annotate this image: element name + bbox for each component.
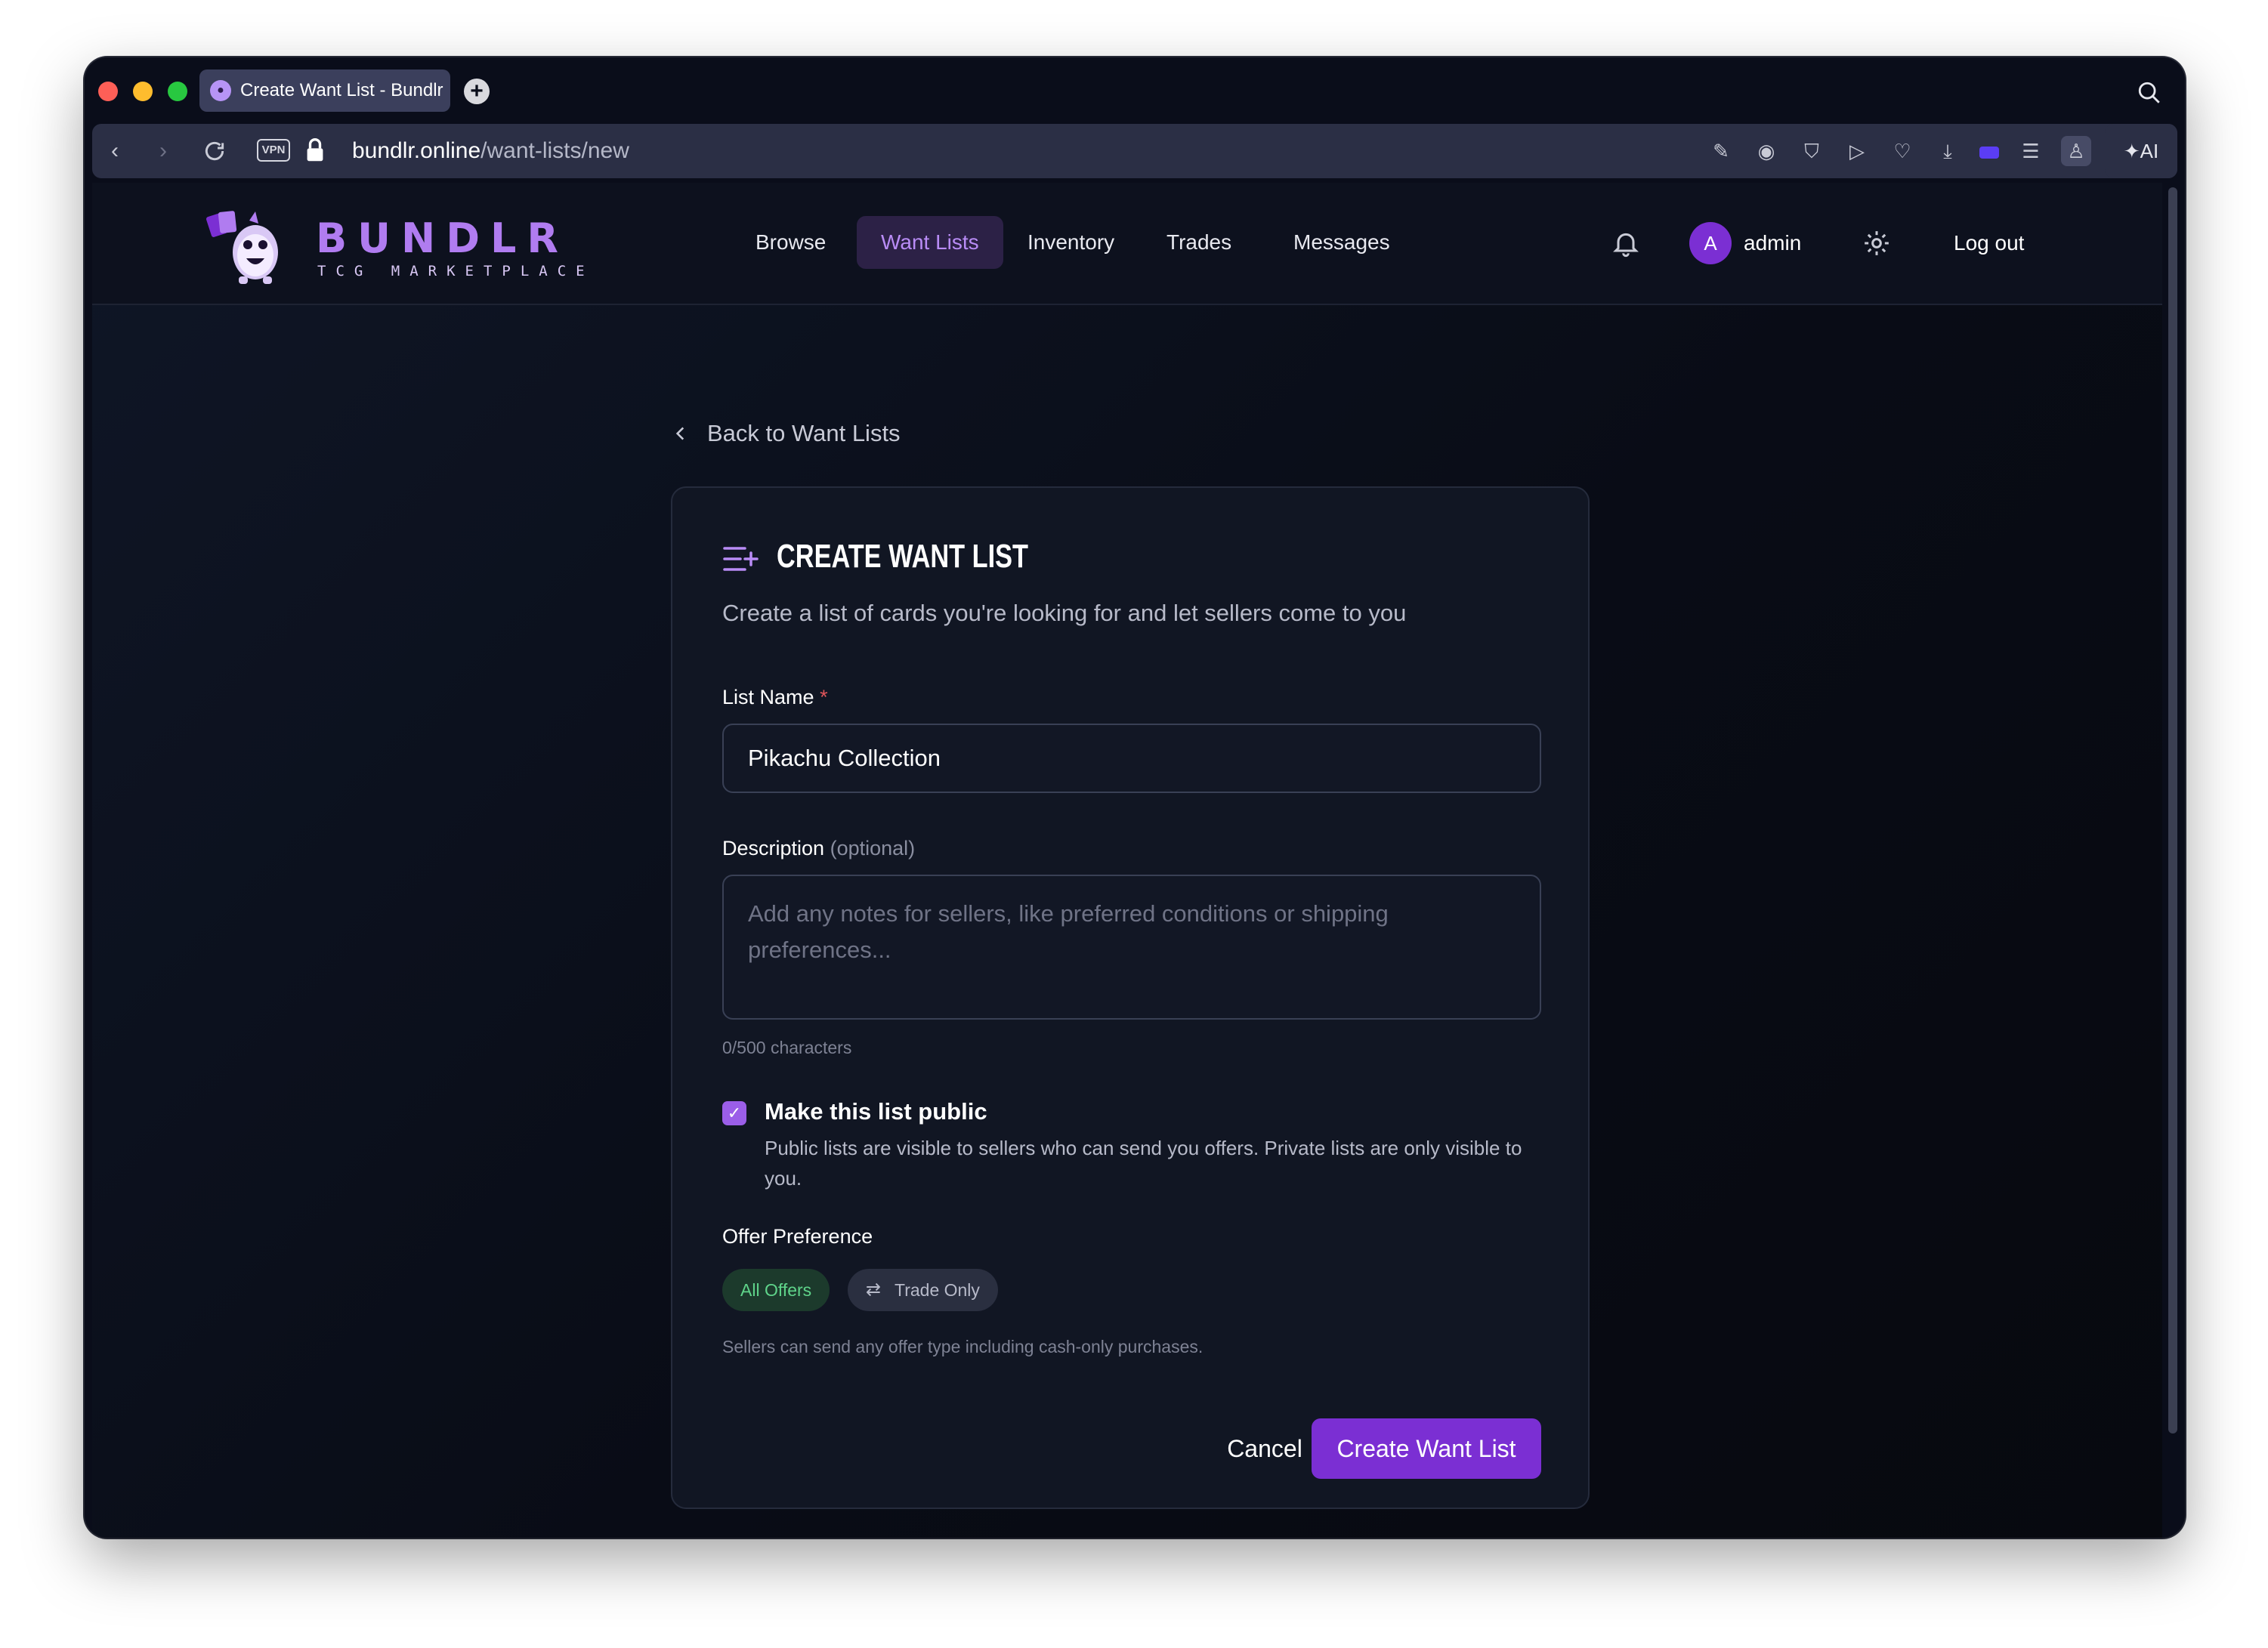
site-header: BUNDLR TCG MARKETPLACE Browse Want Lists… (92, 183, 2162, 305)
nav-trades[interactable]: Trades (1142, 216, 1256, 269)
download-icon[interactable]: ⤓ (1933, 136, 1963, 166)
create-want-list-card: CREATE WANT LIST Create a list of cards … (671, 486, 1590, 1509)
swap-icon: ⇄ (866, 1279, 882, 1300)
list-name-label: List Name * (722, 686, 828, 709)
description-label: Description (optional) (722, 837, 915, 860)
list-name-input[interactable] (722, 724, 1541, 793)
url-text[interactable]: bundlr.online/want-lists/new (352, 137, 629, 165)
page-title: CREATE WANT LIST (777, 538, 1029, 575)
username[interactable]: admin (1744, 227, 1801, 260)
public-checkbox-label[interactable]: Make this list public (765, 1098, 987, 1125)
close-window-button[interactable] (98, 82, 118, 101)
forward-arrow-icon[interactable]: › (151, 139, 175, 163)
browser-toolbar: ✎ ◉ ⛉ ▷ ♡ ⤓ ☰ ♙ (1706, 134, 2091, 168)
public-checkbox-description: Public lists are visible to sellers who … (765, 1137, 1522, 1190)
title-bar: ● Create Want List - Bundlr + (85, 57, 2185, 124)
description-label-text: Description (722, 837, 825, 859)
char-count: 0/500 characters (722, 1038, 852, 1057)
list-name-label-text: List Name (722, 686, 814, 708)
minimize-window-button[interactable] (133, 82, 153, 101)
logout-button[interactable]: Log out (1954, 227, 2024, 260)
list-add-icon (723, 547, 759, 571)
chevron-left-icon[interactable] (671, 423, 691, 444)
nav-inventory[interactable]: Inventory (1003, 216, 1139, 269)
play-icon[interactable]: ▷ (1842, 136, 1872, 166)
battery-icon[interactable] (1978, 136, 2001, 166)
edit-icon[interactable]: ✎ (1706, 136, 1736, 166)
back-arrow-icon[interactable]: ‹ (103, 139, 127, 163)
offer-option-all-offers[interactable]: All Offers (722, 1269, 830, 1311)
menu-icon[interactable]: ☰ (2016, 136, 2046, 166)
logo-wordmark[interactable]: BUNDLR (316, 214, 569, 262)
required-marker: * (820, 686, 828, 708)
trade-only-label: Trade Only (895, 1280, 980, 1300)
create-want-list-button[interactable]: Create Want List (1312, 1418, 1541, 1479)
url-domain: bundlr.online (352, 138, 481, 163)
ai-label: AI (2140, 140, 2159, 162)
vpn-badge[interactable]: VPN (257, 139, 290, 162)
page: BUNDLR TCG MARKETPLACE Browse Want Lists… (92, 183, 2162, 1538)
description-textarea[interactable] (722, 875, 1541, 1020)
shield-icon[interactable]: ⛉ (1797, 136, 1827, 166)
url-path: /want-lists/new (480, 138, 629, 163)
offer-help-text: Sellers can send any offer type includin… (722, 1337, 1204, 1356)
heart-icon[interactable]: ♡ (1887, 136, 1917, 166)
profile-icon[interactable]: ♙ (2061, 136, 2091, 166)
browser-tab[interactable]: ● Create Want List - Bundlr (199, 69, 450, 112)
offer-option-trade-only[interactable]: ⇄ Trade Only (848, 1269, 998, 1311)
public-checkbox[interactable]: ✓ (722, 1101, 746, 1125)
nav-messages[interactable]: Messages (1269, 216, 1414, 269)
new-tab-button[interactable]: + (464, 79, 490, 104)
gear-icon[interactable] (1862, 228, 1892, 258)
address-bar: ‹ › VPN bundlr.online/want-lists/new ✎ ◉… (92, 124, 2177, 178)
nav-browse[interactable]: Browse (731, 216, 850, 269)
reload-icon[interactable] (202, 139, 227, 163)
back-link-label: Back to Want Lists (707, 420, 901, 446)
optional-tag: (optional) (830, 837, 916, 859)
camera-icon[interactable]: ◉ (1751, 136, 1781, 166)
favicon-icon: ● (210, 80, 231, 101)
maximize-window-button[interactable] (168, 82, 187, 101)
page-subtitle: Create a list of cards you're looking fo… (722, 600, 1407, 626)
bell-icon[interactable] (1611, 228, 1641, 258)
search-icon[interactable] (2137, 80, 2162, 106)
browser-window: ● Create Want List - Bundlr + ‹ › VPN bu… (85, 57, 2185, 1538)
scrollbar[interactable] (2168, 187, 2177, 1434)
logo-tagline: TCG MARKETPLACE (317, 263, 595, 279)
ai-button[interactable]: ✦AI (2105, 124, 2177, 178)
nav-want-lists[interactable]: Want Lists (857, 216, 1003, 269)
tab-title: Create Want List - Bundlr (240, 80, 443, 100)
lock-icon (307, 138, 323, 162)
avatar[interactable]: A (1689, 222, 1732, 264)
logo-mascot-icon[interactable] (205, 210, 289, 285)
offer-preference-label: Offer Preference (722, 1225, 873, 1248)
